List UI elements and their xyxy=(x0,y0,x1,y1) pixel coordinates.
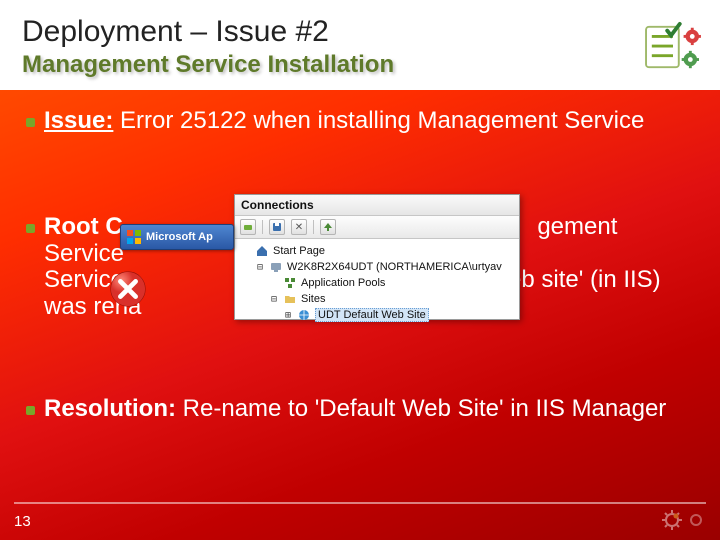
bullet-resolution: Resolution: Re-name to 'Default Web Site… xyxy=(44,396,692,422)
issue-label: Issue: xyxy=(44,107,113,134)
issue-text: Error 25122 when installing Management S… xyxy=(113,107,644,134)
root-cause-label: Root C xyxy=(44,213,123,240)
home-icon xyxy=(255,244,269,258)
save-icon[interactable] xyxy=(269,219,285,235)
slide: Deployment – Issue #2 Management Service… xyxy=(0,0,720,540)
delete-icon[interactable]: ✕ xyxy=(291,219,307,235)
tree-label: W2K8R2X64UDT (NORTHAMERICA\urtyav xyxy=(287,261,502,273)
windows-logo-icon xyxy=(127,230,141,244)
server-icon xyxy=(269,260,283,274)
page-number: 13 xyxy=(14,513,31,530)
slide-title: Deployment – Issue #2 xyxy=(22,15,394,49)
footer-icons xyxy=(662,510,706,530)
collapse-icon[interactable]: ⊟ xyxy=(255,262,265,273)
collapse-icon[interactable]: ⊟ xyxy=(269,294,279,305)
taskbar-label: Microsoft Ap xyxy=(146,231,213,243)
iis-tree: Start Page ⊟ W2K8R2X64UDT (NORTHAMERICA\… xyxy=(235,239,519,319)
iis-panel-title: Connections xyxy=(235,195,519,216)
slide-footer: 13 xyxy=(0,502,720,540)
tree-site-item[interactable]: ⊞ UDT Default Web Site xyxy=(241,307,515,323)
folder-icon xyxy=(283,292,297,306)
taskbar-button[interactable]: Microsoft Ap xyxy=(120,224,234,250)
gear-icon xyxy=(662,510,682,530)
slide-subtitle: Management Service Installation xyxy=(22,51,394,79)
slide-header: Deployment – Issue #2 Management Service… xyxy=(0,0,720,90)
tree-label: Start Page xyxy=(273,245,325,257)
expand-icon[interactable]: ⊞ xyxy=(283,310,293,321)
iis-toolbar: ✕ xyxy=(235,216,519,239)
bullet-issue: Issue: Error 25122 when installing Manag… xyxy=(44,108,692,134)
tree-label-selected: UDT Default Web Site xyxy=(315,308,429,322)
resolution-label: Resolution: xyxy=(44,395,176,422)
toolbar-separator xyxy=(262,220,263,234)
resolution-text: Re-name to 'Default Web Site' in IIS Man… xyxy=(176,395,666,422)
checklist-gear-icon xyxy=(644,21,702,73)
gear-small-icon xyxy=(686,510,706,530)
globe-icon xyxy=(297,308,311,322)
tree-app-pools[interactable]: Application Pools xyxy=(241,275,515,291)
app-pools-icon xyxy=(283,276,297,290)
toolbar-separator xyxy=(313,220,314,234)
tree-label: Sites xyxy=(301,293,325,305)
title-block: Deployment – Issue #2 Management Service… xyxy=(22,15,394,79)
tree-server-node[interactable]: ⊟ W2K8R2X64UDT (NORTHAMERICA\urtyav xyxy=(241,259,515,275)
tree-start-page[interactable]: Start Page xyxy=(241,243,515,259)
connect-icon[interactable] xyxy=(240,219,256,235)
up-icon[interactable] xyxy=(320,219,336,235)
iis-connections-panel: Connections ✕ Start Page ⊟ W2K8R2 xyxy=(234,194,520,320)
tree-sites-node[interactable]: ⊟ Sites xyxy=(241,291,515,307)
tree-label: Application Pools xyxy=(301,277,385,289)
error-icon xyxy=(109,270,147,308)
